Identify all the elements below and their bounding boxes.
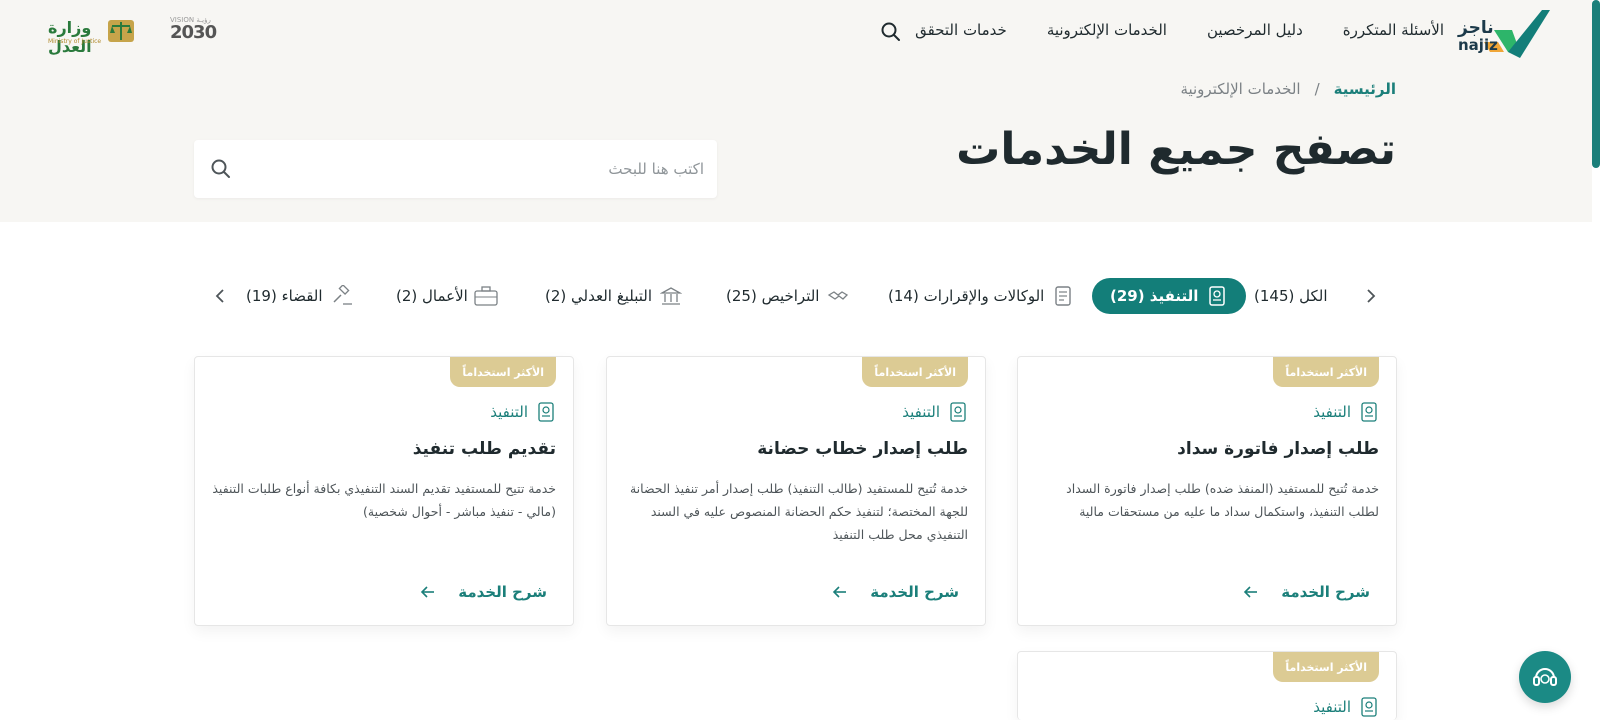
service-category-label: التنفيذ: [1313, 698, 1351, 716]
most-used-badge: الأكثر استخداماً: [1273, 652, 1379, 682]
service-title: طلب إصدار خطاب حضانة: [757, 439, 968, 459]
main-nav: خدمات التحقق الخدمات الإلكترونية دليل ال…: [915, 21, 1444, 39]
tab-execution-label: التنفيذ (29): [1110, 287, 1199, 305]
chevron-left-icon[interactable]: [210, 286, 230, 306]
most-used-badge: الأكثر استخداماً: [450, 357, 556, 387]
moj-name-en: Ministry of Justice: [48, 38, 102, 45]
handshake-icon: [827, 285, 849, 307]
breadcrumb-separator: /: [1314, 80, 1320, 98]
gavel-icon: [331, 283, 353, 307]
tab-agencies[interactable]: الوكالات والإقرارات (14): [888, 278, 1074, 314]
nav-e-services[interactable]: الخدمات الإلكترونية: [1047, 21, 1167, 39]
service-category: التنفيذ: [1313, 696, 1379, 718]
service-category: التنفيذ: [1313, 401, 1379, 423]
search-input[interactable]: [244, 150, 704, 188]
service-explain-link[interactable]: شرح الخدمة: [832, 583, 959, 601]
service-card[interactable]: الأكثر استخداماً التنفيذ تقديم طلب تنفيذ…: [194, 356, 574, 626]
arrow-left-icon: [833, 586, 847, 598]
najiz-logo-en: najiz: [1458, 36, 1498, 54]
tab-all[interactable]: الكل (145): [1254, 278, 1328, 314]
najiz-logo[interactable]: ناجز najiz: [1454, 8, 1550, 58]
building-icon: [659, 285, 683, 307]
most-used-badge: الأكثر استخداماً: [862, 357, 968, 387]
service-explain-label: شرح الخدمة: [458, 583, 547, 601]
breadcrumb-home[interactable]: الرئيسية: [1334, 80, 1396, 98]
service-card[interactable]: الأكثر استخداماً التنفيذ طلب إصدار فاتور…: [1017, 356, 1397, 626]
search-icon[interactable]: [210, 158, 232, 180]
najiz-logo-ar: ناجز: [1458, 18, 1494, 38]
search-icon[interactable]: [880, 21, 902, 43]
tab-judiciary[interactable]: القضاء (19): [246, 278, 353, 314]
briefcase-icon: [474, 285, 498, 307]
service-category: التنفيذ: [490, 401, 556, 423]
tab-judiciary-label: القضاء (19): [246, 287, 323, 305]
ministry-of-justice-logo: وزارة العدل Ministry of Justice: [44, 14, 136, 56]
service-category-label: التنفيذ: [902, 403, 940, 421]
service-card[interactable]: الأكثر استخداماً التنفيذ: [1017, 651, 1397, 720]
nav-faq[interactable]: الأسئلة المتكررة: [1343, 21, 1444, 39]
service-category-label: التنفيذ: [490, 403, 528, 421]
most-used-badge: الأكثر استخداماً: [1273, 357, 1379, 387]
tab-judicial-notification-label: التبليغ العدلي (2): [545, 287, 652, 305]
moj-name-ar: وزارة العدل: [48, 18, 92, 56]
scrollbar-thumb[interactable]: [1592, 0, 1600, 168]
document-icon: [1359, 401, 1379, 423]
headset-icon: [1533, 668, 1557, 686]
service-explain-label: شرح الخدمة: [870, 583, 959, 601]
service-description: خدمة تُتيح للمستفيد (المنفذ ضده) طلب إصد…: [1066, 481, 1379, 519]
page-title: تصفح جميع الخدمات: [956, 124, 1396, 175]
document-list-icon: [1052, 285, 1074, 307]
chevron-right-icon[interactable]: [1361, 286, 1381, 306]
document-icon: [536, 401, 556, 423]
scrollbar-track[interactable]: [1592, 0, 1600, 720]
service-description: خدمة تتيح للمستفيد تقديم السند التنفيذي …: [212, 481, 556, 519]
vision-year: 2030: [170, 22, 217, 43]
arrow-left-icon: [1244, 586, 1258, 598]
tab-all-label: الكل (145): [1254, 287, 1328, 305]
tab-execution[interactable]: التنفيذ (29): [1092, 278, 1247, 314]
service-explain-link[interactable]: شرح الخدمة: [1243, 583, 1370, 601]
document-icon: [1359, 696, 1379, 718]
service-description: خدمة تُتيح للمستفيد (طالب التنفيذ) طلب إ…: [629, 481, 968, 542]
nav-verification-services[interactable]: خدمات التحقق: [915, 21, 1007, 39]
vision-2030-logo: VISION رؤيـة 2030: [170, 16, 222, 50]
service-category: التنفيذ: [902, 401, 968, 423]
tab-judicial-notification[interactable]: التبليغ العدلي (2): [545, 278, 683, 314]
breadcrumb: الرئيسية / الخدمات الإلكترونية: [1180, 80, 1396, 98]
search-box: [194, 140, 717, 198]
support-chat-button[interactable]: [1519, 651, 1571, 703]
breadcrumb-current: الخدمات الإلكترونية: [1180, 80, 1301, 98]
tab-business-label: الأعمال (2): [396, 287, 468, 305]
arrow-left-icon: [421, 586, 435, 598]
service-explain-label: شرح الخدمة: [1281, 583, 1370, 601]
document-icon: [948, 401, 968, 423]
service-explain-link[interactable]: شرح الخدمة: [420, 583, 547, 601]
nav-licensees-guide[interactable]: دليل المرخصين: [1207, 21, 1303, 39]
tab-agencies-label: الوكالات والإقرارات (14): [888, 287, 1045, 305]
service-card[interactable]: الأكثر استخداماً التنفيذ طلب إصدار خطاب …: [606, 356, 986, 626]
service-title: طلب إصدار فاتورة سداد: [1177, 439, 1379, 459]
service-category-label: التنفيذ: [1313, 403, 1351, 421]
tab-business[interactable]: الأعمال (2): [396, 278, 498, 314]
service-title: تقديم طلب تنفيذ: [412, 439, 556, 459]
tab-licenses-label: التراخيص (25): [726, 287, 820, 305]
document-icon: [1206, 285, 1228, 307]
tab-licenses[interactable]: التراخيص (25): [726, 278, 849, 314]
